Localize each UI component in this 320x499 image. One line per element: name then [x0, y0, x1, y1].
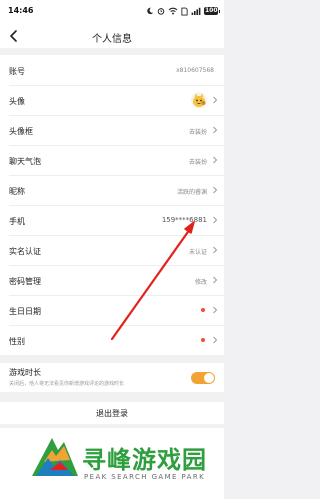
nickname-value: 活跃的睿渊	[176, 189, 207, 196]
row-chat-bubble[interactable]: 聊天气泡 去装扮	[0, 145, 224, 175]
row-label: 生日日期	[9, 307, 41, 316]
row-birthday[interactable]: 生日日期	[0, 295, 224, 325]
wifi-icon	[168, 7, 178, 15]
chevron-right-icon	[213, 126, 218, 134]
status-bar: 14:46 100	[0, 0, 224, 24]
row-label: 头像	[9, 97, 25, 106]
account-value: x810607568	[176, 67, 214, 74]
watermark-title: 寻峰游戏园	[82, 446, 207, 474]
unset-dot	[201, 338, 205, 342]
row-label: 手机	[9, 217, 25, 226]
row-label: 密码管理	[9, 277, 41, 286]
avatar[interactable]	[191, 92, 207, 108]
row-phone[interactable]: 手机 159****6881	[0, 205, 224, 235]
chat-bubble-value: 去装扮	[188, 159, 207, 166]
row-password[interactable]: 密码管理 修改	[0, 265, 224, 295]
row-label: 性别	[9, 337, 25, 346]
unset-dot	[201, 308, 205, 312]
status-icons: 100	[146, 5, 220, 17]
watermark: 寻峰游戏园 PEAK SEARCH GAME PARK	[0, 428, 224, 499]
chevron-right-icon	[213, 216, 218, 224]
watermark-subtitle: PEAK SEARCH GAME PARK	[84, 473, 206, 481]
toggle-knob	[204, 373, 214, 383]
game-duration-label: 游戏时长	[9, 368, 41, 377]
chevron-right-icon	[213, 306, 218, 314]
row-gender[interactable]: 性别	[0, 325, 224, 355]
sim-icon	[181, 7, 188, 15]
game-duration-setting: 游戏时长 关闭后，他人将无法看见你新增游戏评论的游戏时长	[0, 363, 224, 392]
row-avatar[interactable]: 头像	[0, 85, 224, 115]
game-duration-toggle[interactable]	[191, 372, 215, 384]
row-label: 聊天气泡	[9, 157, 41, 166]
row-avatar-frame[interactable]: 头像框 去装扮	[0, 115, 224, 145]
row-account: 账号 x810607568	[0, 55, 224, 85]
chevron-right-icon	[213, 96, 218, 104]
signal-icon	[191, 7, 201, 15]
watermark-logo	[32, 438, 78, 476]
moon-icon	[147, 7, 154, 15]
chevron-right-icon	[213, 246, 218, 254]
real-name-value: 未认证	[188, 249, 207, 256]
chevron-right-icon	[213, 336, 218, 344]
row-nickname[interactable]: 昵称 活跃的睿渊	[0, 175, 224, 205]
alarm-icon	[157, 8, 165, 15]
logout-button[interactable]: 退出登录	[0, 402, 224, 424]
profile-info-list: 账号 x810607568 头像 头像框 去装扮 聊天气泡 去装扮 昵称 活跃的…	[0, 55, 224, 355]
password-value: 修改	[194, 279, 207, 286]
avatar-frame-value: 去装扮	[188, 129, 207, 136]
row-real-name[interactable]: 实名认证 未认证	[0, 235, 224, 265]
row-label: 头像框	[9, 127, 33, 136]
battery-indicator: 100	[204, 7, 220, 15]
chevron-right-icon	[213, 186, 218, 194]
game-duration-description: 关闭后，他人将无法看见你新增游戏评论的游戏时长	[9, 381, 125, 387]
logout-label: 退出登录	[96, 409, 128, 418]
chevron-right-icon	[213, 156, 218, 164]
row-label: 账号	[9, 67, 25, 76]
chevron-right-icon	[213, 276, 218, 284]
status-time: 14:46	[8, 6, 34, 15]
row-label: 昵称	[9, 187, 25, 196]
row-label: 实名认证	[9, 247, 41, 256]
nav-bar: 个人信息	[0, 24, 224, 48]
page-title: 个人信息	[92, 34, 132, 45]
phone-value: 159****6881	[161, 216, 207, 224]
